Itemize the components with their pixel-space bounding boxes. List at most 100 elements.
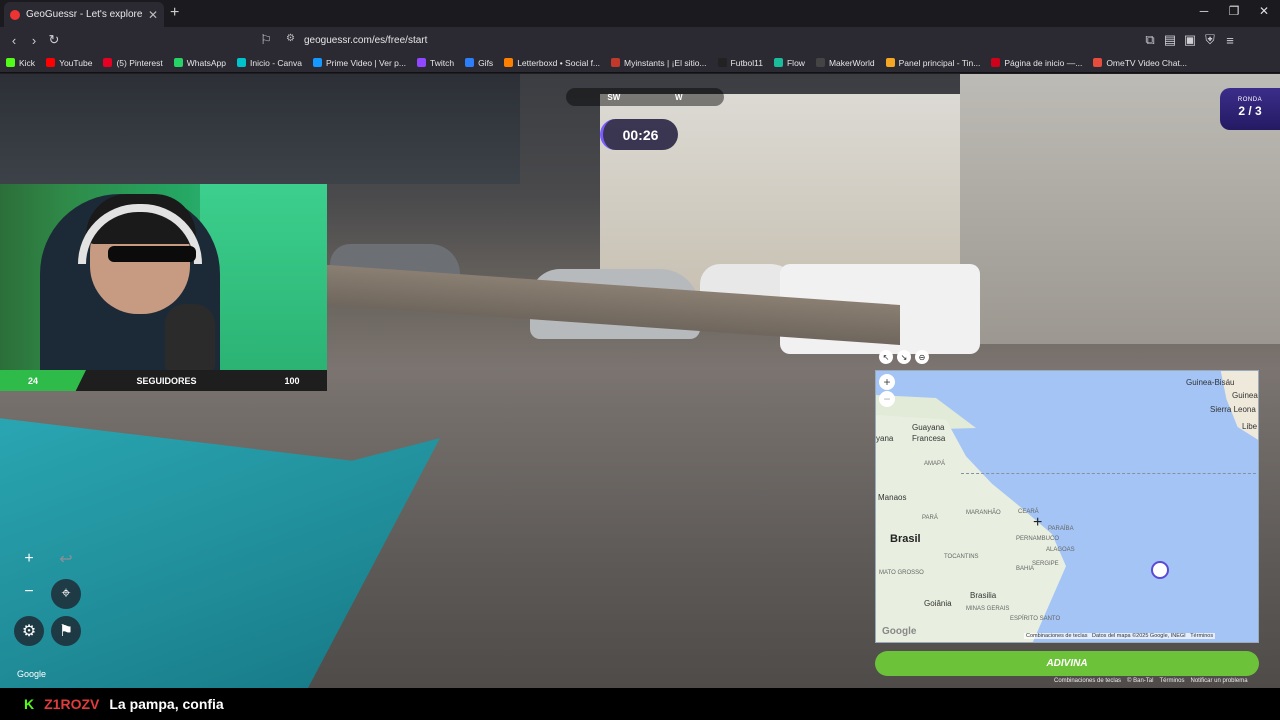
address-bar[interactable]: ⚙ geoguessr.com/es/free/start — [276, 30, 996, 50]
minimize-button[interactable]: ─ — [1190, 4, 1218, 18]
player-avatar-marker[interactable] — [1151, 561, 1169, 579]
bookmark-item[interactable]: Twitch — [416, 58, 454, 68]
round-label: RONDA — [1237, 97, 1263, 103]
map-label: Guinea-Bisáu — [1186, 378, 1235, 387]
bookmark-item[interactable]: YouTube — [46, 58, 92, 68]
bookmarks-bar: Kick YouTube (5) Pinterest WhatsApp Inicio -… — [0, 53, 1280, 73]
bookmark-item[interactable]: Página de inicio —... — [991, 58, 1082, 68]
maximize-button[interactable]: ❐ — [1220, 4, 1248, 18]
forward-icon[interactable]: › — [24, 33, 44, 48]
pin-map-icon[interactable]: ⊖ — [915, 350, 929, 364]
undo-move-icon[interactable]: ↩ — [51, 544, 81, 574]
microphone — [165, 304, 215, 370]
bookmark-item[interactable]: Kick — [6, 58, 35, 68]
bookmark-label: OmeTV Video Chat... — [1106, 57, 1187, 68]
browser-tab[interactable]: GeoGuessr - Let's explore the w ✕ — [4, 2, 164, 27]
google-map-logo: Google — [882, 626, 917, 637]
map-label: ALAGOAS — [1046, 547, 1075, 553]
bookmark-favicon-icon — [103, 58, 113, 67]
footer-link[interactable]: Combinaciones de teclas — [1054, 678, 1121, 684]
round-value: 2 / 3 — [1238, 104, 1262, 118]
map-footer-link[interactable]: Términos — [1190, 633, 1213, 639]
bookmark-item[interactable]: Futbol11 — [717, 57, 763, 68]
bookmark-favicon-icon — [611, 58, 621, 67]
bookmark-favicon-icon — [815, 58, 825, 67]
bookmark-favicon-icon — [885, 58, 895, 67]
bookmark-favicon-icon — [773, 58, 783, 67]
map-label: Goiânia — [924, 599, 952, 608]
extensions-icon[interactable]: ⧉ — [1140, 32, 1160, 48]
bookmark-label: Futbol11 — [730, 57, 763, 68]
bookmark-item[interactable]: Myinstants | ¡El sitio... — [611, 58, 707, 68]
footer-link[interactable]: © Ban-Tal — [1127, 678, 1153, 684]
bookmark-item[interactable]: (5) Pinterest — [103, 58, 163, 68]
expand-map-icon[interactable]: ↖ — [879, 350, 893, 364]
map-label: MATO GROSSO — [879, 570, 924, 576]
bookmark-item[interactable]: Letterboxd • Social f... — [504, 58, 600, 68]
geoguessr-favicon-icon — [10, 9, 20, 20]
map-label: TOCANTINS — [944, 554, 979, 560]
bookmark-item[interactable]: MakerWorld — [815, 58, 875, 68]
map-label: yana — [876, 434, 894, 443]
bookmark-favicon-icon — [465, 58, 475, 67]
follower-count: 24 — [0, 370, 86, 391]
map-label: PARAÍBA — [1048, 526, 1074, 532]
map-label: Brasilia — [970, 591, 997, 600]
bookmark-label: Prime Video | Ver p... — [325, 57, 406, 68]
bookmark-item[interactable]: Flow — [773, 57, 805, 68]
round-badge: RONDA 2 / 3 — [1220, 88, 1280, 130]
site-info-icon[interactable]: ⚙ — [286, 33, 295, 44]
bookmark-item[interactable]: Prime Video | Ver p... — [312, 57, 406, 68]
zoom-in-button[interactable]: + — [14, 544, 44, 574]
bookmark-item[interactable]: Gifs — [465, 58, 493, 68]
building-left — [0, 74, 520, 184]
settings-icon[interactable]: ⚙ — [14, 616, 44, 646]
bookmark-icon[interactable]: ⚐ — [256, 32, 276, 48]
map-size-tools: ↖ ↘ ⊖ — [879, 350, 929, 364]
map-label: Libe — [1242, 422, 1258, 431]
close-tab-icon[interactable]: ✕ — [148, 8, 158, 22]
bookmark-label: Flow — [786, 57, 805, 68]
follower-goal: 100 — [284, 375, 300, 386]
map-label: AMAPÁ — [924, 461, 946, 467]
back-icon[interactable]: ‹ — [4, 33, 24, 48]
bookmark-favicon-icon — [416, 58, 426, 67]
shield-icon[interactable]: ⛨ — [1200, 32, 1220, 48]
map-label: ESPÍRITO SANTO — [1010, 616, 1061, 622]
bookmark-item[interactable]: WhatsApp — [173, 58, 226, 68]
map-zoom-out-button[interactable]: − — [879, 391, 895, 407]
chat-message: La pampa, confia — [109, 696, 224, 712]
footer-link[interactable]: Términos — [1159, 678, 1184, 684]
bookmark-label: Kick — [19, 57, 36, 68]
map-label: MARANHÃO — [966, 510, 1001, 516]
bookmark-item[interactable]: Panel principal - Tin... — [885, 58, 980, 68]
return-to-start-icon[interactable]: ⌖ — [51, 579, 81, 609]
shrink-map-icon[interactable]: ↘ — [897, 350, 911, 364]
bookmark-label: Página de inicio —... — [1004, 57, 1083, 68]
sidebar-icon[interactable]: ▤ — [1160, 32, 1180, 48]
guess-button[interactable]: ADIVINA — [875, 651, 1259, 676]
map-label: PERNAMBUCO — [1016, 536, 1060, 542]
footer-link[interactable]: Notificar un problema — [1191, 678, 1248, 684]
map-label: SERGIPE — [1032, 561, 1059, 567]
bookmark-favicon-icon — [236, 58, 246, 67]
zoom-out-button[interactable]: − — [14, 577, 44, 607]
map-footer-link[interactable]: Combinaciones de teclas — [1026, 633, 1087, 639]
close-window-button[interactable]: ✕ — [1250, 4, 1278, 18]
flag-icon[interactable]: ⚑ — [51, 616, 81, 646]
bookmark-favicon-icon — [1093, 58, 1103, 67]
reload-icon[interactable]: ↻ — [44, 32, 64, 48]
compass-strip: SW W — [566, 88, 724, 106]
bookmark-favicon-icon — [312, 58, 322, 67]
bookmark-label: YouTube — [59, 57, 93, 68]
map-zoom-in-button[interactable]: + — [879, 374, 895, 390]
new-tab-button[interactable]: + — [170, 4, 179, 22]
bookmark-favicon-icon — [6, 58, 15, 67]
guess-map[interactable]: Brasil Guayana Francesa yana Manaos Bras… — [875, 370, 1259, 643]
bookmark-item[interactable]: OmeTV Video Chat... — [1093, 58, 1187, 68]
bookmark-item[interactable]: Inicio - Canva — [236, 58, 302, 68]
follower-label: SEGUIDORES — [136, 375, 197, 386]
map-label: Francesa — [912, 434, 946, 443]
wallet-icon[interactable]: ▣ — [1180, 32, 1200, 48]
menu-icon[interactable]: ≡ — [1220, 33, 1240, 48]
